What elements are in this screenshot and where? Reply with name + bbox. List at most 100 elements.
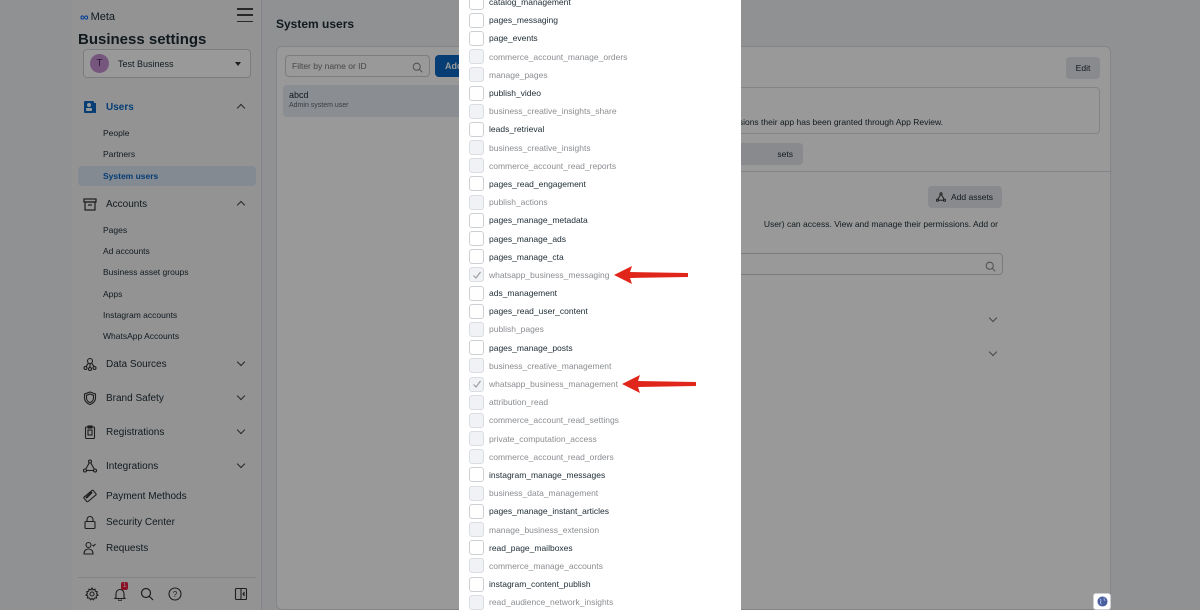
- permission-label: whatsapp_business_messaging: [489, 269, 610, 280]
- permission-item[interactable]: pages_manage_instant_articles: [459, 502, 741, 520]
- permission-label: catalog_management: [489, 0, 571, 8]
- permissions-list: catalog_management pages_messaging page_ev…: [459, 0, 741, 610]
- permission-item: publish_actions: [459, 193, 741, 211]
- permission-checkbox: [469, 49, 484, 65]
- permission-item: business_creative_management: [459, 357, 741, 375]
- permission-checkbox: [469, 376, 484, 392]
- permission-item[interactable]: publish_video: [459, 84, 741, 102]
- permission-item[interactable]: ads_management: [459, 284, 741, 302]
- permission-item[interactable]: pages_manage_cta: [459, 248, 741, 266]
- permission-label: private_computation_access: [489, 433, 597, 444]
- permission-label: pages_read_user_content: [489, 306, 588, 317]
- permission-item: whatsapp_business_management: [459, 375, 741, 393]
- permission-checkbox: [469, 103, 484, 119]
- permission-checkbox[interactable]: [469, 467, 484, 483]
- permission-label: read_page_mailboxes: [489, 542, 573, 553]
- permission-item[interactable]: leads_retrieval: [459, 120, 741, 138]
- permission-item: commerce_account_read_orders: [459, 448, 741, 466]
- permission-item: private_computation_access: [459, 430, 741, 448]
- permission-item[interactable]: pages_read_engagement: [459, 175, 741, 193]
- permissions-modal: catalog_management pages_messaging page_ev…: [459, 0, 741, 610]
- permission-label: publish_actions: [489, 197, 548, 208]
- permission-item: manage_business_extension: [459, 520, 741, 538]
- permission-label: commerce_account_read_settings: [489, 415, 619, 426]
- permission-label: instagram_content_publish: [489, 579, 591, 590]
- permission-checkbox[interactable]: [469, 340, 484, 356]
- permission-checkbox: [469, 394, 484, 410]
- permission-item: attribution_read: [459, 393, 741, 411]
- permission-item[interactable]: pages_read_user_content: [459, 302, 741, 320]
- permission-item: read_audience_network_insights: [459, 593, 741, 610]
- globe-icon[interactable]: [1093, 593, 1111, 610]
- permission-label: pages_manage_instant_articles: [489, 506, 610, 517]
- permission-label: pages_messaging: [489, 15, 558, 26]
- permission-checkbox: [469, 358, 484, 374]
- permission-label: business_data_management: [489, 488, 599, 499]
- permission-item[interactable]: pages_messaging: [459, 11, 741, 29]
- permission-checkbox[interactable]: [469, 285, 484, 301]
- permission-item[interactable]: instagram_manage_messages: [459, 466, 741, 484]
- checkmark-icon: [472, 271, 481, 279]
- permission-label: ads_management: [489, 288, 558, 299]
- permission-label: pages_manage_cta: [489, 251, 564, 262]
- permission-checkbox[interactable]: [469, 30, 484, 46]
- permission-item: commerce_account_read_reports: [459, 157, 741, 175]
- permission-checkbox: [469, 267, 484, 283]
- permission-label: commerce_account_read_reports: [489, 160, 617, 171]
- permission-item: business_creative_insights: [459, 139, 741, 157]
- permission-label: business_creative_management: [489, 360, 612, 371]
- permission-item[interactable]: pages_manage_posts: [459, 339, 741, 357]
- permission-label: publish_pages: [489, 324, 544, 335]
- permission-label: commerce_account_manage_orders: [489, 51, 628, 62]
- permission-label: attribution_read: [489, 397, 549, 408]
- permission-checkbox: [469, 594, 484, 610]
- permission-checkbox[interactable]: [469, 176, 484, 192]
- permission-checkbox: [469, 140, 484, 156]
- permission-item: whatsapp_business_messaging: [459, 266, 741, 284]
- permission-item[interactable]: catalog_management: [459, 0, 741, 11]
- permission-label: business_creative_insights_share: [489, 106, 617, 117]
- permission-checkbox: [469, 321, 484, 337]
- permission-item: business_data_management: [459, 484, 741, 502]
- permission-checkbox[interactable]: [469, 121, 484, 137]
- permission-checkbox: [469, 412, 484, 428]
- permission-item[interactable]: pages_manage_ads: [459, 229, 741, 247]
- permission-checkbox[interactable]: [469, 231, 484, 247]
- permission-item: commerce_manage_accounts: [459, 557, 741, 575]
- permission-checkbox: [469, 158, 484, 174]
- permission-item: manage_pages: [459, 66, 741, 84]
- permission-checkbox: [469, 485, 484, 501]
- permission-checkbox[interactable]: [469, 212, 484, 228]
- permission-label: leads_retrieval: [489, 124, 545, 135]
- permission-label: pages_manage_posts: [489, 342, 573, 353]
- permission-label: pages_manage_metadata: [489, 215, 588, 226]
- permission-item: commerce_account_read_settings: [459, 411, 741, 429]
- permission-checkbox: [469, 431, 484, 447]
- permission-checkbox[interactable]: [469, 503, 484, 519]
- permission-checkbox[interactable]: [469, 249, 484, 265]
- permission-checkbox[interactable]: [469, 303, 484, 319]
- permission-item[interactable]: read_page_mailboxes: [459, 539, 741, 557]
- permission-item[interactable]: instagram_content_publish: [459, 575, 741, 593]
- permission-checkbox: [469, 449, 484, 465]
- permission-item[interactable]: page_events: [459, 29, 741, 47]
- permission-label: commerce_account_read_orders: [489, 451, 614, 462]
- permission-label: pages_manage_ads: [489, 233, 567, 244]
- permission-label: whatsapp_business_management: [489, 379, 619, 390]
- permission-item: business_creative_insights_share: [459, 102, 741, 120]
- permission-label: manage_business_extension: [489, 524, 600, 535]
- permission-label: page_events: [489, 33, 538, 44]
- permission-checkbox[interactable]: [469, 576, 484, 592]
- checkmark-icon: [472, 380, 481, 388]
- permission-label: commerce_manage_accounts: [489, 560, 603, 571]
- permission-checkbox[interactable]: [469, 540, 484, 556]
- permission-item[interactable]: pages_manage_metadata: [459, 211, 741, 229]
- permission-checkbox: [469, 194, 484, 210]
- permission-checkbox: [469, 67, 484, 83]
- permission-checkbox[interactable]: [469, 85, 484, 101]
- permission-label: manage_pages: [489, 69, 548, 80]
- permission-checkbox: [469, 558, 484, 574]
- permission-item: publish_pages: [459, 320, 741, 338]
- permission-checkbox[interactable]: [469, 0, 484, 10]
- permission-checkbox[interactable]: [469, 12, 484, 28]
